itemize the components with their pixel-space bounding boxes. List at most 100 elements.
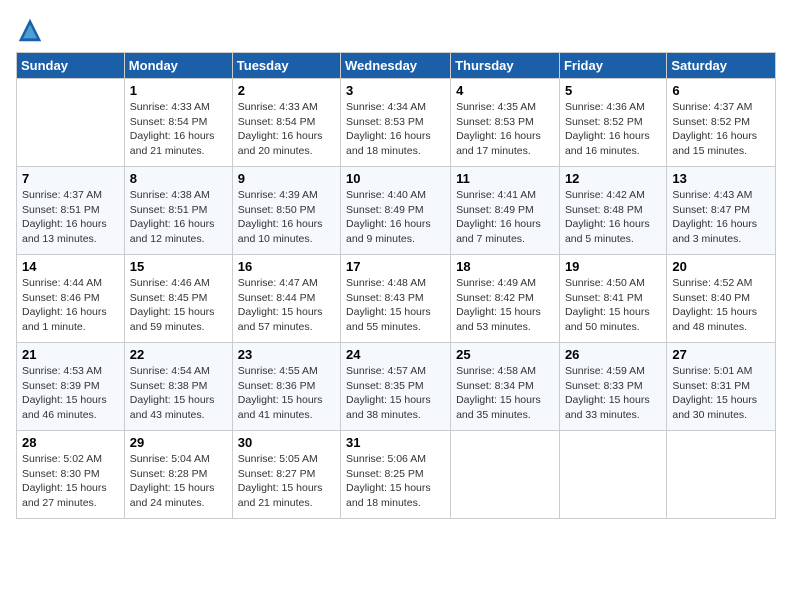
- day-header-tuesday: Tuesday: [232, 53, 340, 79]
- day-cell: 30 Sunrise: 5:05 AMSunset: 8:27 PMDayligh…: [232, 431, 340, 519]
- week-row-1: 1 Sunrise: 4:33 AMSunset: 8:54 PMDaylight…: [17, 79, 776, 167]
- day-cell: 9 Sunrise: 4:39 AMSunset: 8:50 PMDaylight…: [232, 167, 340, 255]
- day-cell: 23Sunrise: 4:55 AMSunset: 8:36 PMDayligh…: [232, 343, 340, 431]
- day-number: 16: [238, 259, 335, 274]
- day-number: 14: [22, 259, 119, 274]
- day-cell: 11 Sunrise: 4:41 AMSunset: 8:49 PMDayligh…: [451, 167, 560, 255]
- day-info: Sunrise: 5:06 AMSunset: 8:25 PMDaylight:…: [346, 452, 445, 511]
- day-number: 20: [672, 259, 770, 274]
- day-cell: 2 Sunrise: 4:33 AMSunset: 8:54 PMDaylight…: [232, 79, 340, 167]
- day-info: Sunrise: 4:35 AMSunset: 8:53 PMDaylight:…: [456, 100, 554, 159]
- day-cell: 14 Sunrise: 4:44 AMSunset: 8:46 PMDayligh…: [17, 255, 125, 343]
- day-number: 27: [672, 347, 770, 362]
- day-number: 11: [456, 171, 554, 186]
- day-cell: 26 Sunrise: 4:59 AMSunset: 8:33 PMDayligh…: [559, 343, 666, 431]
- day-info: Sunrise: 4:44 AMSunset: 8:46 PMDaylight:…: [22, 276, 119, 335]
- day-info: Sunrise: 4:46 AMSunset: 8:45 PMDaylight:…: [130, 276, 227, 335]
- day-header-saturday: Saturday: [667, 53, 776, 79]
- day-cell: 12 Sunrise: 4:42 AMSunset: 8:48 PMDayligh…: [559, 167, 666, 255]
- day-info: Sunrise: 4:36 AMSunset: 8:52 PMDaylight:…: [565, 100, 661, 159]
- day-info: Sunrise: 4:42 AMSunset: 8:48 PMDaylight:…: [565, 188, 661, 247]
- day-cell: 10Sunrise: 4:40 AMSunset: 8:49 PMDayligh…: [341, 167, 451, 255]
- day-cell: 18 Sunrise: 4:49 AMSunset: 8:42 PMDayligh…: [451, 255, 560, 343]
- day-cell: 16Sunrise: 4:47 AMSunset: 8:44 PMDayligh…: [232, 255, 340, 343]
- day-info: Sunrise: 4:59 AMSunset: 8:33 PMDaylight:…: [565, 364, 661, 423]
- day-info: Sunrise: 4:37 AMSunset: 8:52 PMDaylight:…: [672, 100, 770, 159]
- day-info: Sunrise: 4:57 AMSunset: 8:35 PMDaylight:…: [346, 364, 445, 423]
- day-number: 29: [130, 435, 227, 450]
- day-info: Sunrise: 4:54 AMSunset: 8:38 PMDaylight:…: [130, 364, 227, 423]
- day-cell: 27 Sunrise: 5:01 AMSunset: 8:31 PMDayligh…: [667, 343, 776, 431]
- day-info: Sunrise: 4:33 AMSunset: 8:54 PMDaylight:…: [238, 100, 335, 159]
- day-info: Sunrise: 4:53 AMSunset: 8:39 PMDaylight:…: [22, 364, 119, 423]
- day-info: Sunrise: 4:41 AMSunset: 8:49 PMDaylight:…: [456, 188, 554, 247]
- day-number: 8: [130, 171, 227, 186]
- day-number: 12: [565, 171, 661, 186]
- calendar-table: SundayMondayTuesdayWednesdayThursdayFrid…: [16, 52, 776, 519]
- day-cell: 1Sunrise: 4:33 AMSunset: 8:54 PMDaylight…: [124, 79, 232, 167]
- day-number: 19: [565, 259, 661, 274]
- day-number: 15: [130, 259, 227, 274]
- day-info: Sunrise: 5:05 AMSunset: 8:27 PMDaylight:…: [238, 452, 335, 511]
- page-header: [16, 16, 776, 44]
- day-cell: 17Sunrise: 4:48 AMSunset: 8:43 PMDayligh…: [341, 255, 451, 343]
- day-number: 28: [22, 435, 119, 450]
- day-info: Sunrise: 5:01 AMSunset: 8:31 PMDaylight:…: [672, 364, 770, 423]
- day-info: Sunrise: 5:04 AMSunset: 8:28 PMDaylight:…: [130, 452, 227, 511]
- day-number: 31: [346, 435, 445, 450]
- day-number: 24: [346, 347, 445, 362]
- day-cell: 20 Sunrise: 4:52 AMSunset: 8:40 PMDayligh…: [667, 255, 776, 343]
- day-number: 4: [456, 83, 554, 98]
- day-cell: 7 Sunrise: 4:37 AMSunset: 8:51 PMDaylight…: [17, 167, 125, 255]
- day-number: 10: [346, 171, 445, 186]
- day-info: Sunrise: 4:38 AMSunset: 8:51 PMDaylight:…: [130, 188, 227, 247]
- day-cell: 5 Sunrise: 4:36 AMSunset: 8:52 PMDaylight…: [559, 79, 666, 167]
- day-cell: 31 Sunrise: 5:06 AMSunset: 8:25 PMDayligh…: [341, 431, 451, 519]
- day-cell: 25Sunrise: 4:58 AMSunset: 8:34 PMDayligh…: [451, 343, 560, 431]
- day-header-wednesday: Wednesday: [341, 53, 451, 79]
- day-info: Sunrise: 4:48 AMSunset: 8:43 PMDaylight:…: [346, 276, 445, 335]
- week-row-5: 28 Sunrise: 5:02 AMSunset: 8:30 PMDayligh…: [17, 431, 776, 519]
- day-cell: 4 Sunrise: 4:35 AMSunset: 8:53 PMDaylight…: [451, 79, 560, 167]
- day-number: 26: [565, 347, 661, 362]
- day-header-sunday: Sunday: [17, 53, 125, 79]
- day-number: 5: [565, 83, 661, 98]
- day-number: 18: [456, 259, 554, 274]
- logo-icon: [16, 16, 44, 44]
- day-number: 13: [672, 171, 770, 186]
- day-number: 7: [22, 171, 119, 186]
- week-row-2: 7 Sunrise: 4:37 AMSunset: 8:51 PMDaylight…: [17, 167, 776, 255]
- day-info: Sunrise: 4:43 AMSunset: 8:47 PMDaylight:…: [672, 188, 770, 247]
- day-info: Sunrise: 4:55 AMSunset: 8:36 PMDaylight:…: [238, 364, 335, 423]
- day-info: Sunrise: 4:58 AMSunset: 8:34 PMDaylight:…: [456, 364, 554, 423]
- day-info: Sunrise: 4:52 AMSunset: 8:40 PMDaylight:…: [672, 276, 770, 335]
- day-info: Sunrise: 4:49 AMSunset: 8:42 PMDaylight:…: [456, 276, 554, 335]
- day-header-monday: Monday: [124, 53, 232, 79]
- day-cell: 13 Sunrise: 4:43 AMSunset: 8:47 PMDayligh…: [667, 167, 776, 255]
- day-number: 2: [238, 83, 335, 98]
- day-number: 6: [672, 83, 770, 98]
- day-cell: 21 Sunrise: 4:53 AMSunset: 8:39 PMDayligh…: [17, 343, 125, 431]
- day-cell: 3Sunrise: 4:34 AMSunset: 8:53 PMDaylight…: [341, 79, 451, 167]
- day-cell: [559, 431, 666, 519]
- day-info: Sunrise: 5:02 AMSunset: 8:30 PMDaylight:…: [22, 452, 119, 511]
- week-row-3: 14 Sunrise: 4:44 AMSunset: 8:46 PMDayligh…: [17, 255, 776, 343]
- day-number: 3: [346, 83, 445, 98]
- day-info: Sunrise: 4:50 AMSunset: 8:41 PMDaylight:…: [565, 276, 661, 335]
- day-cell: [17, 79, 125, 167]
- day-header-friday: Friday: [559, 53, 666, 79]
- day-number: 22: [130, 347, 227, 362]
- day-cell: 22 Sunrise: 4:54 AMSunset: 8:38 PMDayligh…: [124, 343, 232, 431]
- day-cell: 8 Sunrise: 4:38 AMSunset: 8:51 PMDaylight…: [124, 167, 232, 255]
- day-info: Sunrise: 4:37 AMSunset: 8:51 PMDaylight:…: [22, 188, 119, 247]
- day-cell: [667, 431, 776, 519]
- day-cell: [451, 431, 560, 519]
- week-row-4: 21 Sunrise: 4:53 AMSunset: 8:39 PMDayligh…: [17, 343, 776, 431]
- day-number: 30: [238, 435, 335, 450]
- day-info: Sunrise: 4:39 AMSunset: 8:50 PMDaylight:…: [238, 188, 335, 247]
- day-number: 1: [130, 83, 227, 98]
- day-header-thursday: Thursday: [451, 53, 560, 79]
- day-number: 21: [22, 347, 119, 362]
- day-number: 9: [238, 171, 335, 186]
- day-headers-row: SundayMondayTuesdayWednesdayThursdayFrid…: [17, 53, 776, 79]
